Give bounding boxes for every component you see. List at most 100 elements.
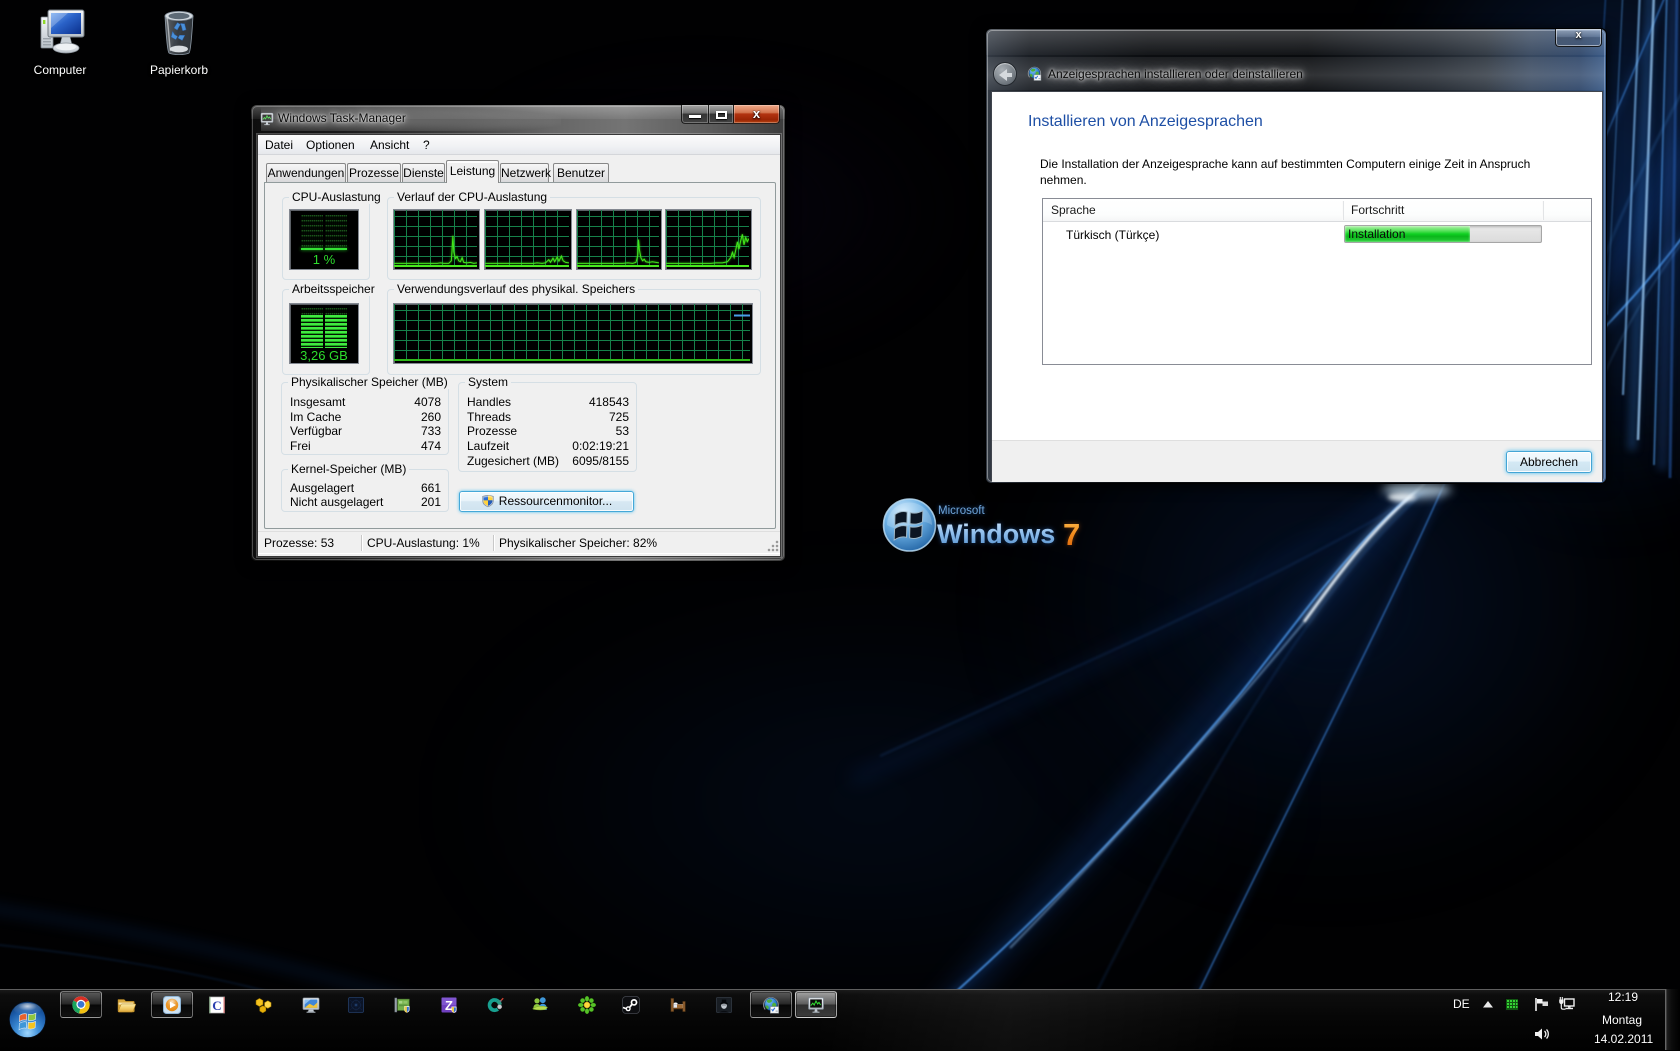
stat-label: Insgesamt	[290, 395, 346, 409]
stat-label: Ausgelagert	[290, 481, 355, 495]
taskbar-item-messenger[interactable]	[519, 991, 561, 1018]
z-app-icon	[439, 995, 459, 1015]
taskbar-item-explorer[interactable]	[105, 991, 147, 1018]
dialog-back-button[interactable]	[993, 62, 1017, 86]
desktop-icon-computer[interactable]: Computer	[15, 8, 105, 77]
column-separator[interactable]	[1543, 201, 1544, 220]
start-button[interactable]	[8, 1000, 47, 1039]
dialog-body: Installieren von Anzeigesprachen Die Ins…	[991, 91, 1603, 482]
language-table: Sprache Fortschritt Türkisch (Türkçe) In…	[1042, 198, 1592, 365]
taskbar-item-dark-game[interactable]	[335, 991, 377, 1018]
tab-dienste[interactable]: Dienste	[402, 163, 445, 182]
stat-label: Frei	[290, 439, 311, 454]
taskbar-item-language-install[interactable]	[750, 991, 792, 1018]
cpu-history-group-label: Verlauf der CPU-Auslastung	[394, 191, 551, 204]
chrome-icon	[71, 995, 91, 1015]
taskman-title: Windows Task-Manager	[278, 111, 406, 125]
taskbar-item-gpu-tool[interactable]	[381, 991, 423, 1018]
stat-row: Ausgelagert 661	[290, 481, 441, 495]
menu-?[interactable]: ?	[417, 135, 436, 155]
memory-history-graph	[393, 303, 753, 364]
taskbar-item-icq[interactable]	[566, 991, 608, 1018]
taskbar-item-display-app[interactable]	[290, 991, 332, 1018]
logo-seven-text: 7	[1063, 517, 1080, 552]
stat-value: 260	[420, 409, 441, 424]
taskbar-item-c-app[interactable]	[196, 991, 238, 1018]
close-button[interactable]: x	[733, 105, 780, 124]
language-install-icon	[761, 995, 781, 1015]
physical-memory-group: Physikalischer Speicher (MB) Insgesamt 40…	[281, 376, 451, 455]
taskbar-item-chrome[interactable]	[60, 991, 102, 1018]
menu-ansicht[interactable]: Ansicht	[364, 135, 415, 155]
stat-row: Threads 725	[467, 410, 629, 424]
taskbar	[0, 989, 1680, 1051]
stat-row: Prozesse 53	[467, 424, 629, 438]
column-header-progress[interactable]: Fortschritt	[1351, 203, 1404, 217]
stat-label: Zugesichert (MB)	[467, 453, 560, 468]
taskbar-item-z-app[interactable]	[428, 991, 470, 1018]
taskman-titlebar-icon	[259, 111, 275, 127]
column-header-language[interactable]: Sprache	[1051, 203, 1096, 217]
tab-anwendungen[interactable]: Anwendungen	[266, 163, 346, 182]
table-header: Sprache Fortschritt	[1043, 199, 1591, 222]
maximize-icon	[716, 111, 727, 119]
taskbar-item-dark-portrait-game[interactable]	[703, 991, 745, 1018]
taskman-performance-panel: CPU-Auslastung 1 % Verlauf der CPU-Ausla…	[264, 182, 776, 529]
tab-leistung[interactable]: Leistung	[446, 160, 499, 183]
steam-icon	[621, 995, 641, 1015]
dialog-text-line1: Die Installation der Anzeigesprache kann…	[1040, 157, 1531, 171]
stat-row: Laufzeit 0:02:19:21	[467, 439, 629, 453]
taskbar-item-task-manager[interactable]	[795, 991, 837, 1018]
taskbar-item-bed-app[interactable]	[657, 991, 699, 1018]
stat-label: Threads	[467, 409, 512, 424]
taskbar-item-media-player[interactable]	[151, 991, 193, 1018]
stat-label: Handles	[467, 395, 512, 409]
bed-app-icon	[668, 995, 688, 1015]
progressbar-label: Installation	[1348, 227, 1406, 241]
tab-netzwerk[interactable]: Netzwerk	[500, 163, 551, 182]
dialog-footer: Abbrechen	[992, 440, 1602, 482]
taskbar-item-steam[interactable]	[610, 991, 652, 1018]
stat-label: Im Cache	[290, 409, 342, 424]
menu-datei[interactable]: Datei	[259, 135, 299, 155]
stat-value: 6095/8155	[572, 453, 629, 468]
stat-row: Frei 474	[290, 439, 441, 453]
resize-grip[interactable]	[766, 539, 779, 552]
statusbar-separator	[493, 535, 494, 551]
tab-benutzer[interactable]: Benutzer	[553, 163, 609, 182]
resource-monitor-button[interactable]: Ressourcenmonitor...	[459, 491, 634, 512]
maximize-button[interactable]	[708, 105, 734, 124]
codec-tool-icon	[485, 995, 505, 1015]
dark-game-icon	[346, 995, 366, 1015]
yellow-app-icon	[254, 995, 274, 1015]
cpu-history-graph-1	[393, 209, 480, 270]
taskman-tabs: Anwendungen Prozesse Dienste Leistung Netzwe…	[258, 160, 780, 183]
desktop-icon-papierkorb[interactable]: Papierkorb	[134, 8, 224, 77]
display-app-icon	[301, 995, 321, 1015]
stat-value: 725	[608, 409, 629, 424]
stat-row: Nicht ausgelagert 201	[290, 495, 441, 509]
tab-prozesse[interactable]: Prozesse	[347, 163, 401, 182]
minimize-button[interactable]	[681, 105, 709, 124]
cpu-history-graph-3	[576, 209, 662, 270]
dialog-close-button[interactable]: x	[1555, 29, 1602, 47]
menu-optionen[interactable]: Optionen	[300, 135, 361, 155]
taskman-content: Datei Optionen Ansicht? Anwendungen Prozess…	[257, 134, 781, 557]
task-manager-icon	[806, 995, 826, 1015]
dark-portrait-game-icon	[714, 995, 734, 1015]
stat-value: 661	[420, 481, 441, 495]
cancel-button[interactable]: Abbrechen	[1506, 451, 1592, 473]
stat-value: 0:02:19:21	[572, 439, 629, 454]
stat-value: 201	[420, 495, 441, 510]
status-memory: Physikalischer Speicher: 82%	[499, 536, 658, 550]
stat-label: Verfügbar	[290, 424, 343, 439]
column-separator[interactable]	[1343, 201, 1344, 220]
explorer-icon	[116, 995, 136, 1015]
stat-row: Zugesichert (MB) 6095/8155	[467, 454, 629, 468]
show-desktop-button[interactable]	[1665, 989, 1680, 1050]
cpu-usage-group-label: CPU-Auslastung	[289, 191, 384, 204]
logo-microsoft-text: Microsoft	[938, 505, 985, 517]
uac-shield-icon	[481, 494, 495, 508]
taskbar-item-codec-tool[interactable]	[474, 991, 516, 1018]
taskbar-item-yellow-app[interactable]	[243, 991, 285, 1018]
